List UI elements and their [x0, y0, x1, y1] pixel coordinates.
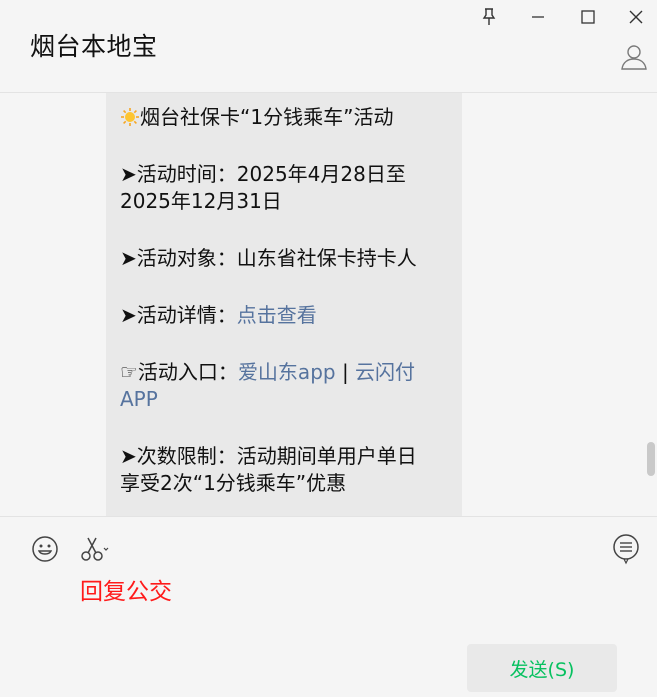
activity-time-end: 2025年12月31日 [120, 189, 282, 213]
activity-entry: ☞活动入口：爱山东app | 云闪付 [120, 359, 448, 386]
chat-history-icon [613, 534, 639, 565]
pin-button[interactable] [474, 4, 504, 30]
chat-history-button[interactable] [612, 533, 642, 565]
activity-target: ➤活动对象：山东省社保卡持卡人 [120, 245, 448, 272]
target-value: 山东省社保卡持卡人 [236, 246, 417, 270]
close-button[interactable] [621, 4, 651, 30]
message-title: 烟台社保卡“1分钱乘车”活动 [140, 105, 394, 129]
activity-entry-cont: APP [120, 386, 448, 413]
detail-label: ➤活动详情： [120, 303, 237, 327]
detail-link[interactable]: 点击查看 [237, 303, 317, 327]
minimize-icon [532, 16, 544, 18]
emoji-button[interactable] [31, 535, 61, 565]
message-bubble[interactable]: 烟台社保卡“1分钱乘车”活动 ➤活动时间：2025年4月28日至 2025年12… [106, 93, 462, 516]
limit-value: 活动期间单用户单日 [236, 444, 417, 468]
activity-time: ➤活动时间：2025年4月28日至 [120, 161, 448, 188]
sun-icon [121, 108, 139, 126]
time-label: ➤活动时间： [120, 162, 237, 186]
chat-title: 烟台本地宝 [30, 32, 158, 61]
maximize-icon [581, 10, 595, 24]
chat-info-button[interactable] [619, 42, 649, 72]
chat-messages[interactable]: 烟台社保卡“1分钱乘车”活动 ➤活动时间：2025年4月28日至 2025年12… [0, 93, 657, 516]
chat-header: 烟台本地宝 [0, 0, 657, 93]
maximize-button[interactable] [573, 4, 603, 30]
target-label: ➤活动对象： [120, 246, 237, 270]
time-value: 2025年4月28日至 [236, 162, 406, 186]
activity-detail: ➤活动详情：点击查看 [120, 302, 448, 329]
minimize-button[interactable] [523, 4, 553, 30]
scissors-icon [81, 537, 109, 561]
entry-separator: | [335, 360, 356, 384]
entry-label: ☞活动入口： [120, 360, 238, 384]
user-icon [621, 45, 647, 70]
send-button[interactable]: 发送(S) [467, 644, 617, 692]
activity-limit-cont: 享受2次“1分钱乘车”优惠 [120, 471, 347, 495]
pin-icon [482, 8, 496, 25]
emoji-icon [32, 536, 58, 562]
entry-link-yunshanfu-app[interactable]: APP [120, 387, 158, 411]
message-input[interactable]: 回复公交 [80, 572, 172, 606]
screenshot-button[interactable] [80, 535, 110, 565]
close-icon [629, 10, 643, 24]
entry-link-aishandong[interactable]: 爱山东app [238, 360, 336, 384]
message-title-line: 烟台社保卡“1分钱乘车”活动 [120, 104, 448, 131]
chat-scrollbar[interactable] [647, 442, 655, 476]
input-area[interactable]: 回复公交 发送(S) [0, 516, 657, 697]
activity-limit: ➤次数限制：活动期间单用户单日 [120, 443, 448, 470]
entry-link-yunshanfu[interactable]: 云闪付 [355, 360, 415, 384]
limit-label: ➤次数限制： [120, 444, 237, 468]
